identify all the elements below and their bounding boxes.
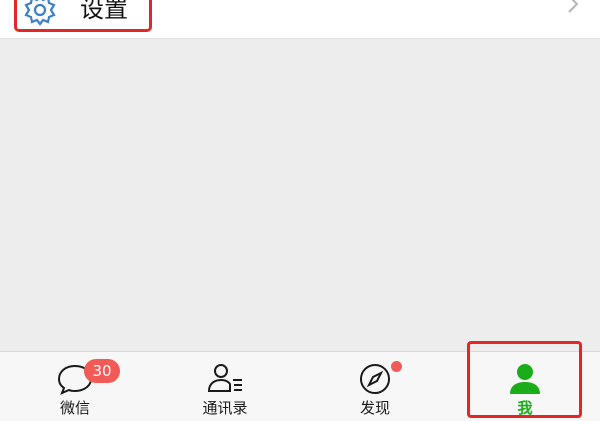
tab-discover[interactable]: 发现 <box>300 352 450 421</box>
tab-label: 发现 <box>359 399 390 417</box>
contacts-icon <box>207 364 242 392</box>
tab-contacts[interactable]: 通讯录 <box>150 352 300 421</box>
me-highlight-box <box>467 341 582 418</box>
chevron-right-icon <box>568 0 579 13</box>
settings-highlight-box <box>14 0 152 32</box>
tab-chats[interactable]: 30 微信 <box>0 352 150 421</box>
tab-label: 微信 <box>59 399 90 417</box>
new-dot-indicator <box>391 361 402 372</box>
unread-badge: 30 <box>84 359 120 383</box>
tab-label: 通讯录 <box>202 399 248 417</box>
compass-icon <box>360 364 390 394</box>
